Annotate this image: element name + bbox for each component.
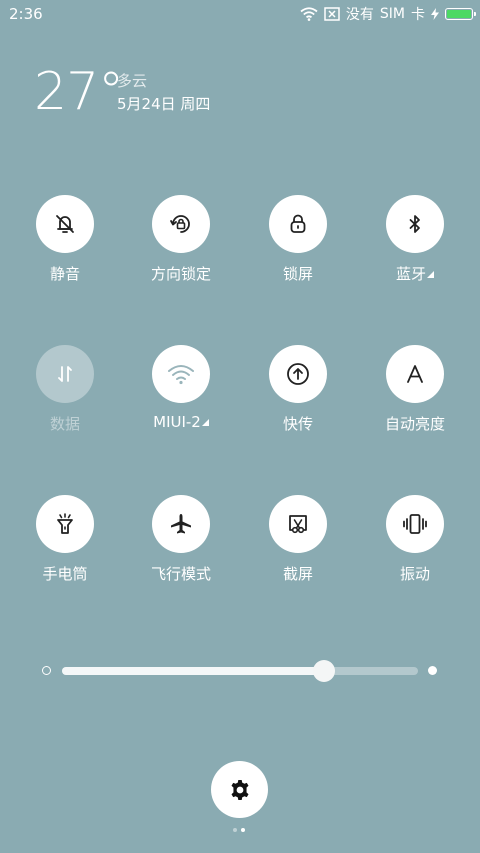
toggle-screenshot[interactable]: 截屏: [243, 495, 353, 584]
status-time: 2:36: [9, 5, 43, 23]
toggle-bluetooth-label: 蓝牙: [360, 263, 470, 284]
wifi-label-text: MIUI-2: [153, 413, 201, 431]
page-indicator: [233, 828, 245, 832]
bluetooth-label-text: 蓝牙: [395, 265, 426, 283]
toggle-lock-screen-label: 锁屏: [282, 265, 313, 283]
brightness-slider[interactable]: [62, 660, 418, 682]
toggle-vibrate-button[interactable]: [386, 495, 444, 553]
sim-off-icon: [324, 7, 340, 21]
charging-icon: [431, 8, 439, 20]
temperature[interactable]: 27°: [34, 62, 124, 122]
status-right: 没有 SIM 卡: [300, 4, 476, 24]
brightness-slider-thumb[interactable]: [313, 660, 336, 682]
toggle-wifi[interactable]: MIUI-2: [126, 345, 236, 431]
wifi-menu-indicator: [201, 419, 209, 426]
screenshot-icon: [289, 515, 307, 534]
toggle-silent-button[interactable]: [36, 195, 94, 253]
toggle-airplane-mode[interactable]: 飞行模式: [126, 495, 236, 584]
toggle-flashlight-button[interactable]: [36, 495, 94, 553]
battery-fill: [447, 10, 471, 18]
toggle-lock-screen[interactable]: 锁屏: [243, 195, 353, 284]
toggle-mobile-data[interactable]: 数据: [10, 345, 120, 434]
toggle-rotation-lock-label: 方向锁定: [150, 265, 211, 283]
lock-icon: [290, 214, 306, 233]
toggle-screenshot-label: 截屏: [282, 565, 313, 583]
settings-button[interactable]: [211, 761, 268, 818]
toggle-vibrate-label: 振动: [399, 565, 430, 583]
status-bar: 2:36 没有 SIM 卡: [0, 0, 480, 28]
airplane-icon: [171, 514, 191, 534]
brightness-low-icon: [42, 666, 51, 675]
toggle-rotation-lock-button[interactable]: [152, 195, 210, 253]
carrier-text-2: SIM: [379, 6, 405, 22]
mobile-data-icon: [58, 366, 72, 382]
carrier-text-3: 卡: [411, 7, 425, 23]
page-dot-1[interactable]: [233, 828, 237, 832]
toggle-quick-transfer-label: 快传: [282, 415, 313, 433]
toggle-auto-brightness-button[interactable]: [386, 345, 444, 403]
bluetooth-menu-indicator: [427, 271, 434, 278]
toggle-vibrate[interactable]: 振动: [360, 495, 470, 584]
brightness-high-icon: [428, 666, 437, 675]
toggle-rotation-lock[interactable]: 方向锁定: [126, 195, 236, 284]
bell-off-icon: [56, 215, 74, 233]
toggle-silent[interactable]: 静音: [10, 195, 120, 284]
toggle-wifi-button[interactable]: [152, 345, 210, 403]
battery-icon: [445, 8, 476, 20]
toggle-lock-screen-button[interactable]: [269, 195, 327, 253]
vibrate-icon: [403, 514, 427, 534]
toggle-flashlight[interactable]: 手电筒: [10, 495, 120, 584]
toggle-mobile-data-button[interactable]: [36, 345, 94, 403]
toggle-auto-brightness[interactable]: 自动亮度: [360, 345, 470, 434]
wifi-icon: [168, 365, 194, 385]
toggle-wifi-label: MIUI-2: [126, 413, 236, 431]
wifi-status-icon: [300, 7, 318, 21]
toggle-airplane-mode-label: 飞行模式: [150, 565, 211, 583]
toggle-bluetooth-button[interactable]: [386, 195, 444, 253]
weather-condition: 多云: [117, 72, 148, 90]
toggle-screenshot-button[interactable]: [269, 495, 327, 553]
bluetooth-icon: [409, 215, 420, 233]
toggle-quick-transfer[interactable]: 快传: [243, 345, 353, 434]
page-dot-2[interactable]: [241, 828, 245, 832]
auto-brightness-icon: [407, 365, 423, 383]
date-text: 5月24日 周四: [117, 95, 211, 113]
brightness-slider-fill: [62, 667, 325, 675]
toggle-auto-brightness-label: 自动亮度: [384, 415, 445, 433]
toggle-mobile-data-label: 数据: [49, 415, 80, 433]
toggle-silent-label: 静音: [49, 265, 80, 283]
rotation-lock-icon: [170, 215, 190, 233]
flashlight-icon: [57, 513, 73, 534]
toggle-airplane-mode-button[interactable]: [152, 495, 210, 553]
upload-circle-icon: [287, 363, 309, 385]
toggle-bluetooth[interactable]: 蓝牙: [360, 195, 470, 284]
toggle-flashlight-label: 手电筒: [42, 565, 88, 583]
carrier-text-1: 没有: [345, 7, 374, 23]
gear-icon: [231, 779, 248, 800]
toggle-quick-transfer-button[interactable]: [269, 345, 327, 403]
